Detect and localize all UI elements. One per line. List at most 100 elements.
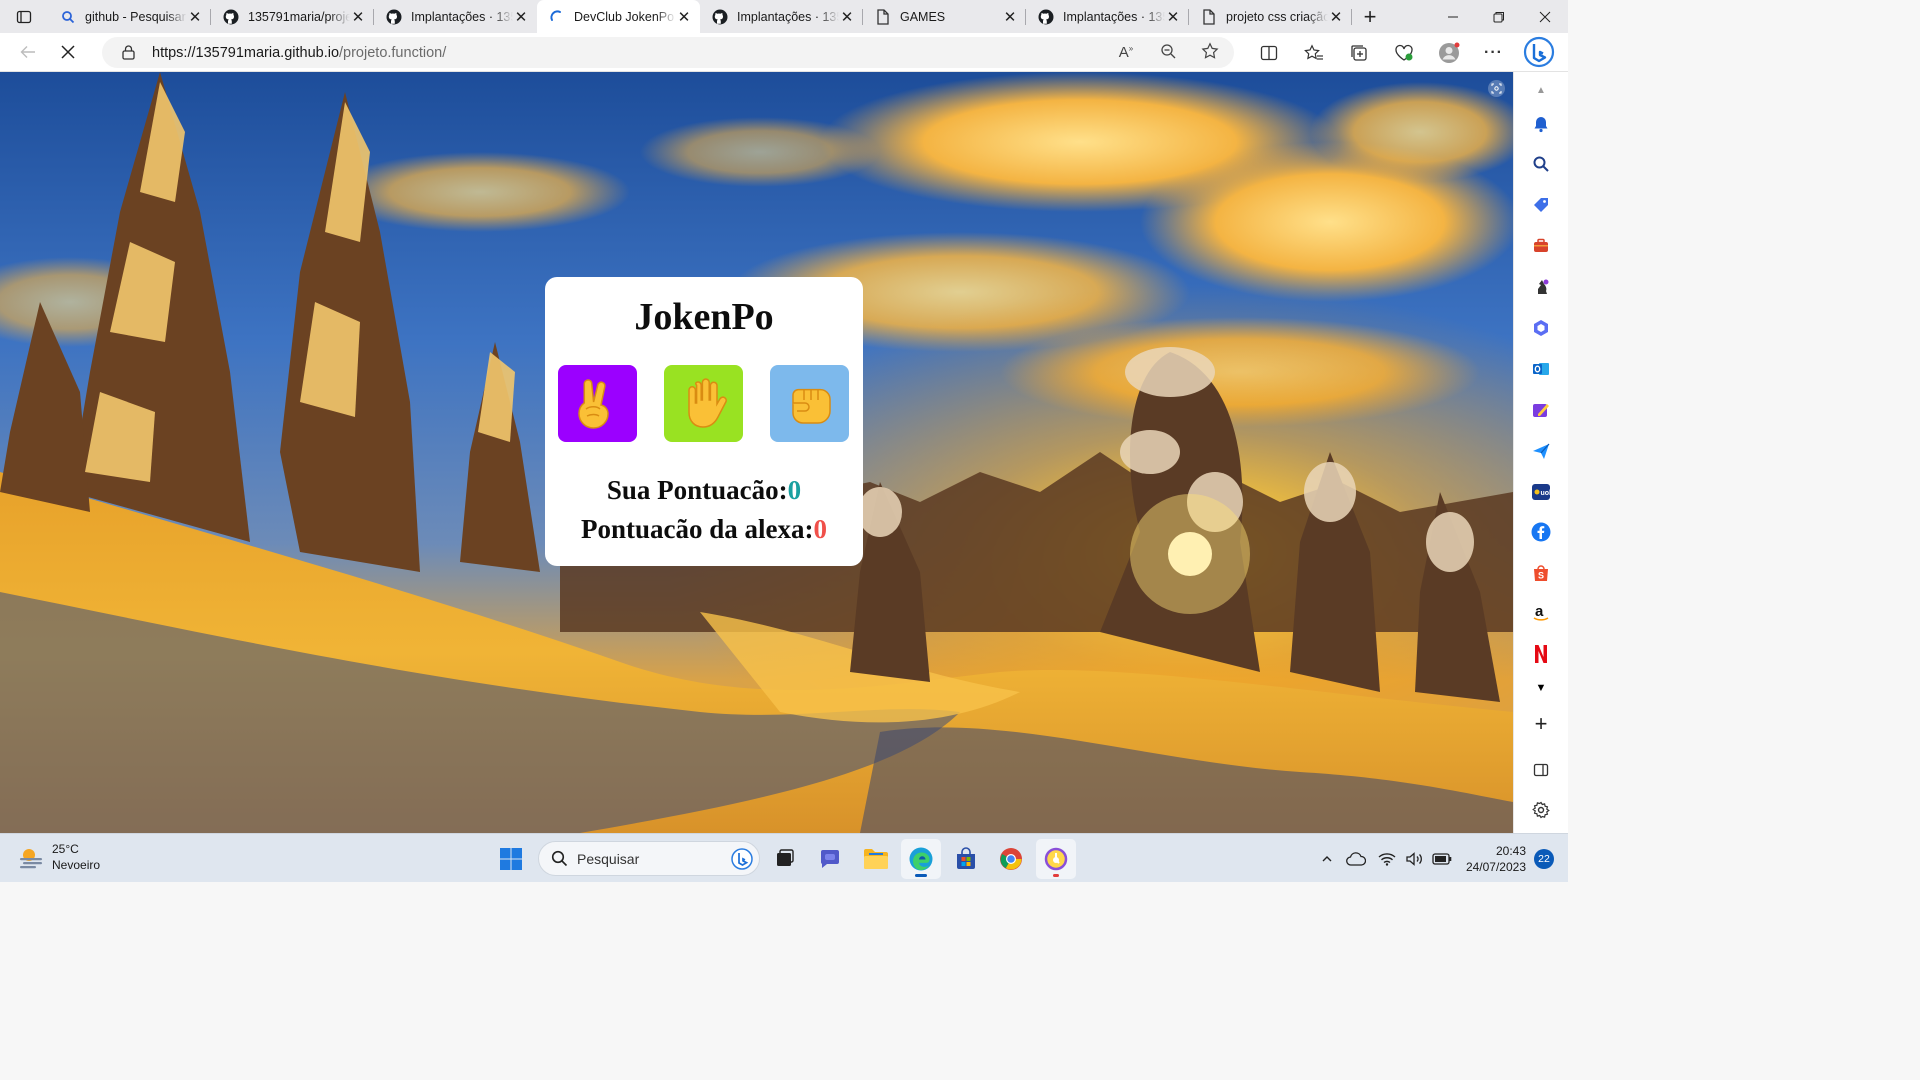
close-tab-icon[interactable]: ✕ [839, 9, 855, 26]
svg-text:uol: uol [1541, 490, 1551, 497]
store-bag-icon [957, 847, 975, 869]
sidebar-settings-gear-icon[interactable] [1531, 800, 1551, 820]
shopee-icon[interactable]: S [1531, 563, 1551, 583]
tab-label: Implantações · 135791 [411, 9, 513, 24]
add-sidebar-app-icon[interactable]: + [1531, 711, 1551, 736]
battery-icon[interactable] [1428, 852, 1456, 865]
screenshot-icon [1491, 83, 1502, 94]
alexa-score-label: Pontuacão da alexa: [581, 514, 814, 544]
onedrive-cloud-icon[interactable] [1340, 851, 1372, 866]
read-aloud-icon[interactable]: A» [1116, 44, 1136, 61]
teams-chat-button[interactable] [810, 839, 850, 879]
weather-description: Nevoeiro [52, 858, 101, 872]
sidebar-scroll-up-icon[interactable]: ▲ [1531, 80, 1551, 100]
notification-center-badge[interactable]: 22 [1534, 848, 1554, 869]
tab-github-search[interactable]: github - Pesquisar ✕ [48, 0, 211, 33]
split-screen-icon [1260, 45, 1277, 60]
new-tab-button[interactable]: + [1352, 0, 1388, 33]
close-tab-icon[interactable]: ✕ [1002, 9, 1018, 26]
browser-essentials-button[interactable] [1381, 35, 1426, 71]
github-icon [712, 9, 728, 25]
paper-button[interactable] [664, 365, 743, 442]
zoom-out-icon[interactable] [1158, 43, 1178, 63]
your-score: Sua Pontuacão:0 [545, 475, 863, 506]
restore-icon [1493, 11, 1504, 22]
system-clock[interactable]: 20:43 24/07/2023 [1466, 843, 1526, 875]
tab-label: github - Pesquisar [85, 9, 186, 24]
uol-icon[interactable]: uol [1531, 482, 1551, 502]
close-tab-icon[interactable]: ✕ [350, 9, 366, 26]
close-tab-icon[interactable]: ✕ [1165, 9, 1181, 26]
start-button[interactable] [491, 839, 531, 879]
svg-text:a: a [1535, 604, 1544, 620]
microsoft-store-button[interactable] [946, 839, 986, 879]
notifications-bell-icon[interactable] [1531, 114, 1551, 134]
weather-widget[interactable]: 25°C Nevoeiro [18, 841, 100, 873]
github-icon [223, 9, 239, 25]
close-tab-icon[interactable]: ✕ [513, 9, 529, 26]
collections-button[interactable] [1336, 35, 1381, 71]
chevron-down-icon[interactable]: ▼ [1531, 678, 1551, 698]
weather-temperature: 25°C [52, 842, 79, 856]
taskbar-search-box[interactable]: Pesquisar [538, 841, 760, 876]
task-view-button[interactable] [764, 839, 804, 879]
address-bar[interactable]: https://135791maria.github.io/projeto.fu… [102, 37, 1234, 68]
close-tab-icon[interactable]: ✕ [1328, 9, 1344, 26]
rock-button[interactable] [770, 365, 849, 442]
tab-implantacoes-2[interactable]: Implantações · 135791 ✕ [700, 0, 863, 33]
scissors-button[interactable] [558, 365, 637, 442]
volume-icon[interactable] [1402, 851, 1428, 866]
window-controls [1430, 0, 1568, 33]
jokenpo-card: JokenPo Sua Pontuacão:0 Pontuacão da ale… [545, 277, 863, 566]
microsoft365-icon[interactable] [1531, 318, 1551, 338]
tab-implantacoes-1[interactable]: Implantações · 135791 ✕ [374, 0, 537, 33]
favorites-button[interactable] [1291, 35, 1336, 71]
stop-loading-button[interactable] [48, 34, 88, 70]
hide-sidebar-icon[interactable] [1531, 760, 1551, 780]
tools-briefcase-icon[interactable] [1531, 236, 1551, 256]
more-options-button[interactable]: ··· [1471, 35, 1516, 71]
minimize-button[interactable] [1430, 0, 1476, 33]
outlook-icon[interactable] [1531, 359, 1551, 379]
shopping-tag-icon[interactable] [1531, 195, 1551, 215]
sidebar-search-icon[interactable] [1531, 154, 1551, 174]
chrome-button[interactable] [991, 839, 1031, 879]
screenshot-button[interactable] [1488, 80, 1505, 97]
favorite-star-icon[interactable] [1200, 41, 1220, 64]
tab-strip: github - Pesquisar ✕ 135791maria/projeto… [0, 0, 1568, 33]
bing-copilot-button[interactable] [1523, 36, 1555, 68]
games-chess-icon[interactable] [1531, 277, 1551, 297]
tab-github-repo[interactable]: 135791maria/projeto ✕ [211, 0, 374, 33]
show-hidden-icons-chevron-up-icon[interactable] [1314, 853, 1340, 865]
close-tab-icon[interactable]: ✕ [187, 9, 203, 26]
edge-browser-button[interactable] [901, 839, 941, 879]
back-arrow-icon [20, 46, 35, 58]
facebook-icon[interactable] [1531, 522, 1551, 542]
close-tab-icon[interactable]: ✕ [676, 9, 692, 26]
tab-devclub-jokenpo[interactable]: DevClub JokenPo ✕ [537, 0, 700, 33]
file-explorer-button[interactable] [856, 839, 896, 879]
back-button[interactable] [8, 34, 48, 70]
github-icon [386, 9, 402, 25]
profile-button[interactable] [1426, 35, 1471, 71]
your-score-value: 0 [787, 475, 802, 505]
raised-hand-icon [687, 377, 727, 428]
pinned-app-button[interactable] [1036, 839, 1076, 879]
tab-actions-button[interactable] [0, 0, 48, 33]
split-screen-button[interactable] [1246, 35, 1291, 71]
favorites-icon [1303, 43, 1323, 60]
designer-icon[interactable] [1531, 400, 1551, 420]
restore-button[interactable] [1476, 0, 1522, 33]
send-paper-plane-icon[interactable] [1531, 441, 1551, 461]
amazon-icon[interactable]: a [1531, 603, 1551, 623]
clock-date: 24/07/2023 [1465, 859, 1526, 874]
close-icon [1539, 11, 1551, 22]
close-window-button[interactable] [1522, 0, 1568, 33]
wifi-icon[interactable] [1372, 852, 1402, 866]
tab-games[interactable]: GAMES ✕ [863, 0, 1026, 33]
tab-label: DevClub JokenPo [574, 9, 675, 24]
search-icon [551, 850, 568, 867]
netflix-icon[interactable] [1531, 644, 1551, 664]
tab-projeto-css[interactable]: projeto css criação ✕ [1189, 0, 1352, 33]
tab-implantacoes-3[interactable]: Implantações · 135791 ✕ [1026, 0, 1189, 33]
